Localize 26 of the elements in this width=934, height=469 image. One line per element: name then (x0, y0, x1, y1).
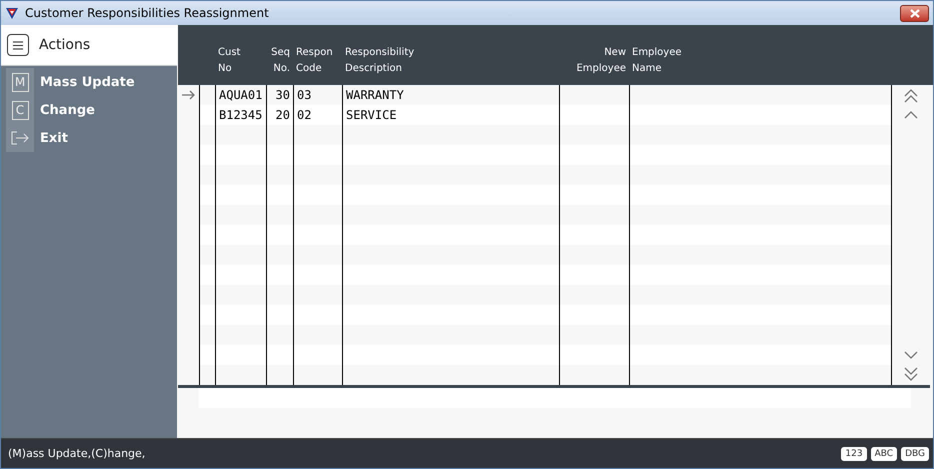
column-header: Employee Name (631, 46, 683, 76)
scroll-top-icon[interactable] (904, 89, 918, 103)
table-row[interactable]: B12345 20 02 SERVICE (199, 105, 892, 125)
mode-badge[interactable]: 123 (841, 446, 867, 460)
status-text: (M)ass Update,(C)hange, (8, 447, 146, 460)
window-title: Customer Responsibilities Reassignment (25, 6, 270, 20)
column-header: New Employee (575, 46, 627, 76)
scroll-up-icon[interactable] (904, 111, 918, 119)
action-item[interactable]: M Mass Update (1, 68, 177, 96)
actions-title: Actions (39, 37, 90, 53)
exit-icon (11, 131, 29, 145)
column-header: Seq No. (270, 46, 291, 76)
column-header: Respon Code (295, 46, 334, 76)
close-button[interactable] (900, 4, 929, 22)
action-item[interactable]: C Change (1, 96, 177, 124)
column-header: Responsibility Description (344, 46, 416, 76)
menu-icon[interactable] (7, 34, 29, 56)
column-header: Cust No (217, 46, 242, 76)
close-icon (910, 8, 920, 18)
scroll-bottom-icon[interactable] (904, 367, 918, 381)
app-logo-icon (5, 6, 19, 20)
mode-badge[interactable]: DBG (901, 446, 929, 460)
scroll-down-icon[interactable] (904, 351, 918, 359)
action-item[interactable]: Exit (1, 124, 177, 152)
table-row[interactable]: AQUA01 30 03 WARRANTY (199, 85, 892, 105)
mode-badge[interactable]: ABC (870, 446, 898, 460)
